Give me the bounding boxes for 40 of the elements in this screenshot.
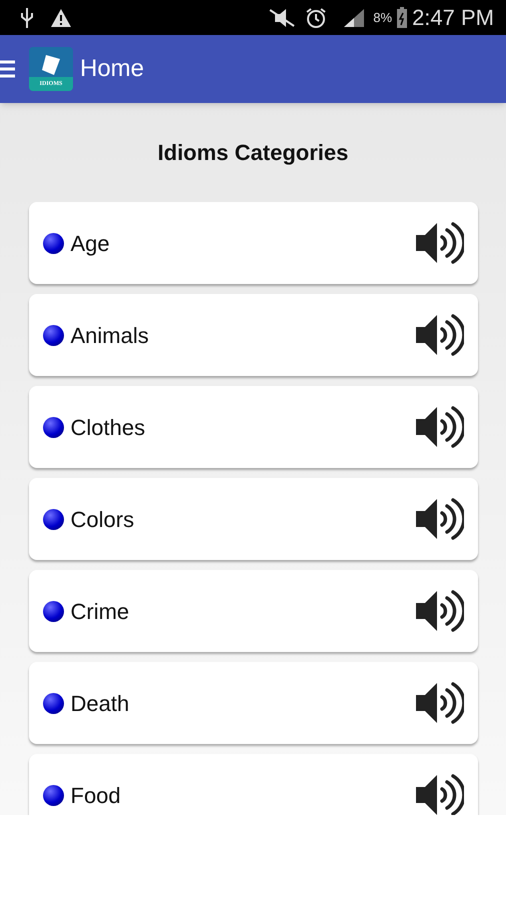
category-card[interactable]: Age: [28, 202, 478, 284]
category-label: Animals: [70, 322, 149, 350]
category-card[interactable]: Animals: [28, 294, 478, 376]
speaker-icon[interactable]: [414, 221, 464, 265]
category-label: Colors: [70, 506, 134, 534]
usb-icon: [20, 6, 34, 28]
battery-percent: 8%: [373, 8, 392, 27]
bullet-icon: [42, 600, 64, 622]
bullet-icon: [42, 324, 64, 346]
warning-icon: [50, 8, 72, 28]
bullet-icon: [42, 232, 64, 254]
category-card[interactable]: Food: [28, 754, 478, 815]
category-label: Age: [70, 230, 110, 258]
mute-icon: [267, 8, 298, 28]
signal-icon: [343, 8, 366, 28]
category-card[interactable]: Clothes: [28, 386, 478, 468]
alarm-icon: [305, 6, 328, 28]
speaker-icon[interactable]: [414, 773, 464, 815]
category-card[interactable]: Crime: [28, 570, 478, 652]
notebook-icon: [39, 53, 63, 77]
category-label: Clothes: [70, 414, 146, 442]
battery-icon: [396, 6, 408, 28]
speaker-icon[interactable]: [414, 589, 464, 633]
category-label: Food: [70, 782, 121, 810]
category-label: Death: [70, 690, 130, 718]
screen-title: Home: [80, 54, 144, 84]
page-heading: Idioms Categories: [158, 139, 348, 167]
category-card[interactable]: Death: [28, 662, 478, 744]
bullet-icon: [42, 784, 64, 806]
speaker-icon[interactable]: [414, 313, 464, 357]
speaker-icon[interactable]: [414, 681, 464, 725]
speaker-icon[interactable]: [414, 405, 464, 449]
menu-icon[interactable]: [0, 59, 16, 79]
bullet-icon: [42, 508, 64, 530]
speaker-icon[interactable]: [414, 497, 464, 541]
category-label: Crime: [70, 598, 130, 626]
bullet-icon: [42, 416, 64, 438]
bullet-icon: [42, 692, 64, 714]
clock-time: 2:47 PM: [412, 4, 494, 32]
category-card[interactable]: Colors: [28, 478, 478, 560]
